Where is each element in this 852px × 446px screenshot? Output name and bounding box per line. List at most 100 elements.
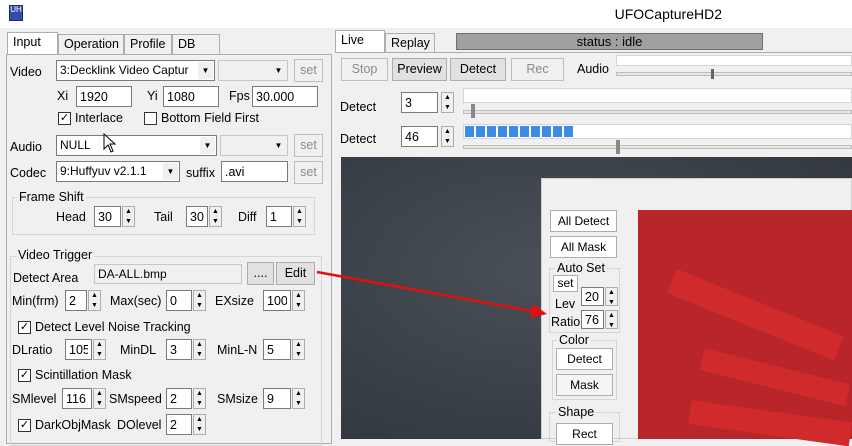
detect-meter-segment: [487, 126, 496, 137]
exsize-spinner[interactable]: ▲ ▼: [292, 290, 305, 311]
shape-rect-button[interactable]: Rect: [556, 423, 613, 445]
detect-meter-segment: [531, 126, 540, 137]
detect-meter-fill: [464, 125, 851, 138]
diff-label: Diff: [238, 210, 257, 224]
tab-divider: [335, 52, 852, 53]
dlratio-spinner[interactable]: ▲ ▼: [93, 339, 106, 360]
fps-input[interactable]: [252, 86, 318, 107]
min-frm-spinner[interactable]: ▲ ▼: [88, 290, 101, 311]
chevron-down-icon: ▼: [163, 163, 178, 180]
smsize-input[interactable]: [263, 388, 291, 409]
max-sec-spinner[interactable]: ▲ ▼: [193, 290, 206, 311]
auto-set-button[interactable]: set: [553, 275, 578, 292]
detect-meter-segment: [553, 126, 562, 137]
smsize-spinner[interactable]: ▲ ▼: [292, 388, 305, 409]
audio-level-slider[interactable]: [616, 72, 852, 76]
darkobj-checkbox[interactable]: ✓: [18, 419, 31, 432]
yi-input[interactable]: [163, 86, 219, 107]
diff-input[interactable]: [266, 206, 292, 227]
exsize-input[interactable]: [263, 290, 291, 311]
all-detect-button[interactable]: All Detect: [550, 210, 617, 232]
detect-button[interactable]: Detect: [450, 58, 506, 81]
tab-profile[interactable]: Profile: [124, 34, 172, 54]
audio-device-select[interactable]: NULL ▼: [56, 135, 217, 156]
detect-meter-1: [463, 88, 852, 103]
suffix-input[interactable]: [221, 161, 288, 182]
suffix-label: suffix: [186, 166, 215, 180]
lev-input[interactable]: [581, 287, 604, 306]
smlevel-input[interactable]: [62, 388, 92, 409]
tab-replay[interactable]: Replay: [385, 33, 435, 53]
audio-level-thumb[interactable]: [711, 69, 714, 79]
rec-button[interactable]: Rec: [511, 58, 564, 81]
smlevel-spinner[interactable]: ▲ ▼: [93, 388, 106, 409]
tab-operation[interactable]: Operation: [58, 34, 124, 54]
mindl-input[interactable]: [166, 339, 192, 360]
detect-level-input-2[interactable]: [401, 126, 438, 147]
detect-level-thumb-2[interactable]: [616, 140, 620, 154]
diff-spinner[interactable]: ▲ ▼: [293, 206, 306, 227]
detect-meter-segment: [520, 126, 529, 137]
smspeed-spinner[interactable]: ▲ ▼: [193, 388, 206, 409]
detect-level-thumb-1[interactable]: [471, 104, 475, 118]
bottom-field-checkbox[interactable]: [144, 112, 157, 125]
video-set-button[interactable]: set: [294, 59, 323, 82]
detect-area-label: Detect Area: [13, 271, 79, 285]
scintillation-checkbox[interactable]: ✓: [18, 369, 31, 382]
detect-area-value: DA-ALL.bmp: [98, 267, 167, 281]
dolevel-input[interactable]: [166, 414, 192, 435]
detect-meter-segment: [465, 126, 474, 137]
detect-meter-segment: [498, 126, 507, 137]
codec-value: 9:Huffyuv v2.1.1: [60, 164, 147, 178]
mindl-spinner[interactable]: ▲ ▼: [193, 339, 206, 360]
interlace-label: Interlace: [75, 111, 123, 125]
detect-meter-segment: [542, 126, 551, 137]
head-input[interactable]: [94, 206, 121, 227]
color-mask-button[interactable]: Mask: [556, 374, 613, 396]
audio-meter: [616, 55, 852, 66]
detect-level-input-1[interactable]: [401, 92, 438, 113]
codec-select[interactable]: 9:Huffyuv v2.1.1 ▼: [56, 161, 180, 182]
video-format-select: ▼: [218, 60, 288, 81]
dlratio-input[interactable]: [65, 339, 92, 360]
dolevel-spinner[interactable]: ▲ ▼: [193, 414, 206, 435]
detect-area-field: DA-ALL.bmp: [94, 264, 242, 284]
preview-button[interactable]: Preview: [392, 58, 447, 81]
tab-live[interactable]: Live: [335, 30, 385, 53]
max-sec-input[interactable]: [166, 290, 192, 311]
tab-db[interactable]: DB: [172, 34, 220, 54]
browse-button[interactable]: ....: [247, 262, 274, 285]
edit-button[interactable]: Edit: [276, 262, 315, 285]
annotation-arrow-icon: [316, 270, 547, 318]
ratio-input[interactable]: [581, 310, 604, 329]
min-frm-input[interactable]: [65, 290, 87, 311]
tail-spinner[interactable]: ▲ ▼: [209, 206, 222, 227]
tab-input[interactable]: Input: [7, 32, 58, 55]
audio-label: Audio: [10, 140, 42, 154]
minln-input[interactable]: [263, 339, 291, 360]
video-label: Video: [10, 65, 42, 79]
xi-input[interactable]: [76, 86, 132, 107]
window-title: UFOCaptureHD2: [614, 6, 722, 22]
detect-level-slider-1[interactable]: [463, 110, 852, 114]
smspeed-input[interactable]: [166, 388, 192, 409]
interlace-checkbox[interactable]: ✓: [58, 112, 71, 125]
video-trigger-title: Video Trigger: [16, 248, 95, 262]
noise-tracking-checkbox[interactable]: ✓: [18, 321, 31, 334]
minln-spinner[interactable]: ▲ ▼: [292, 339, 305, 360]
detect-level-spinner-1[interactable]: ▲ ▼: [441, 92, 454, 113]
detect-level-slider-2[interactable]: [463, 145, 852, 149]
detect-level-spinner-2[interactable]: ▲ ▼: [441, 126, 454, 147]
yi-label: Yi: [147, 89, 158, 103]
all-mask-button[interactable]: All Mask: [550, 236, 617, 258]
head-spinner[interactable]: ▲ ▼: [122, 206, 135, 227]
lev-spinner[interactable]: ▲ ▼: [605, 287, 618, 306]
video-device-select[interactable]: 3:Decklink Video Captur ▼: [56, 60, 215, 81]
audio-set-button[interactable]: set: [294, 134, 323, 157]
ratio-spinner[interactable]: ▲ ▼: [605, 310, 618, 329]
codec-set-button[interactable]: set: [294, 161, 323, 184]
color-detect-button[interactable]: Detect: [556, 348, 613, 370]
tail-input[interactable]: [186, 206, 208, 227]
stop-button[interactable]: Stop: [341, 58, 388, 81]
frame-shift-title: Frame Shift: [17, 190, 86, 204]
